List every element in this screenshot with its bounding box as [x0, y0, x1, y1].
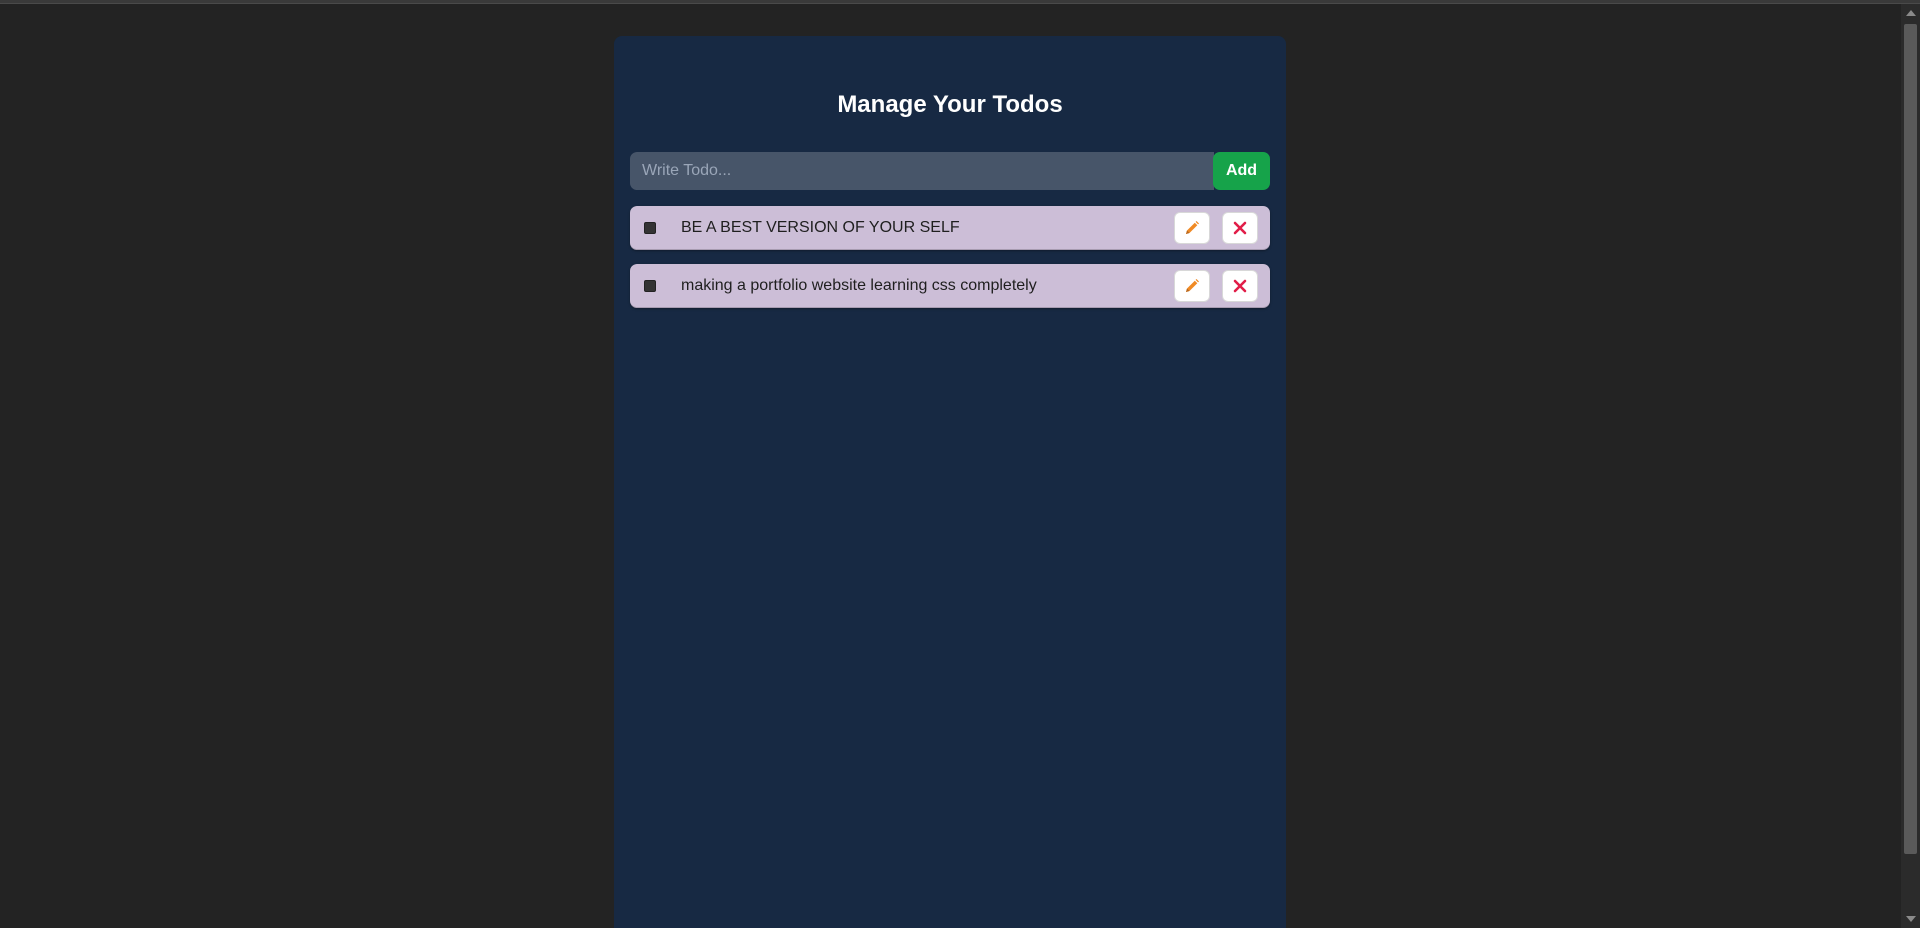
todo-list: BE A BEST VERSION OF YOUR SELF making a …	[630, 206, 1270, 322]
todo-text: making a portfolio website learning css …	[681, 277, 1037, 294]
pencil-icon	[1186, 279, 1199, 292]
todo-input[interactable]	[630, 152, 1214, 190]
todo-item: making a portfolio website learning css …	[630, 264, 1270, 308]
page-title: Manage Your Todos	[837, 91, 1063, 118]
todo-text: BE A BEST VERSION OF YOUR SELF	[681, 219, 960, 236]
browser-top-edge	[0, 0, 1920, 4]
close-icon	[1233, 279, 1247, 293]
scrollbar-thumb[interactable]	[1904, 24, 1917, 854]
edit-button[interactable]	[1174, 212, 1210, 244]
todo-app-panel: Manage Your Todos Add BE A BEST VERSION …	[614, 36, 1286, 928]
pencil-icon	[1186, 221, 1199, 234]
add-button[interactable]: Add	[1213, 152, 1270, 190]
todo-checkbox[interactable]	[644, 222, 656, 234]
todo-item: BE A BEST VERSION OF YOUR SELF	[630, 206, 1270, 250]
todo-checkbox[interactable]	[644, 280, 656, 292]
vertical-scrollbar[interactable]	[1901, 4, 1920, 928]
add-todo-form: Add	[630, 152, 1270, 190]
scroll-up-arrow-icon[interactable]	[1906, 10, 1916, 16]
edit-button[interactable]	[1174, 270, 1210, 302]
delete-button[interactable]	[1222, 212, 1258, 244]
scroll-down-arrow-icon[interactable]	[1906, 916, 1916, 922]
close-icon	[1233, 221, 1247, 235]
delete-button[interactable]	[1222, 270, 1258, 302]
